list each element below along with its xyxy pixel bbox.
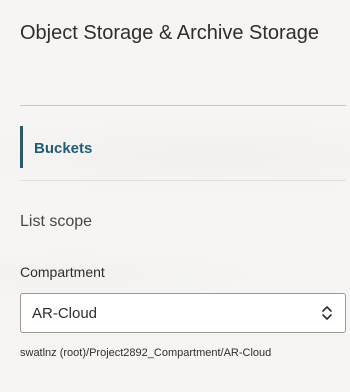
- list-scope-heading: List scope: [20, 213, 93, 230]
- side-navigation-panel: Object Storage & Archive Storage Buckets…: [0, 0, 350, 392]
- compartment-path: swatlnz (root)/Project2892_Compartment/A…: [20, 347, 272, 359]
- compartment-select[interactable]: AR-Cloud: [20, 293, 346, 333]
- nav-item-label: Buckets: [34, 140, 93, 157]
- section-divider: [20, 180, 346, 181]
- compartment-label: Compartment: [20, 264, 105, 280]
- up-down-chevron-icon: [322, 306, 332, 320]
- compartment-select-value: AR-Cloud: [32, 304, 98, 322]
- active-indicator: [20, 126, 23, 168]
- nav-item-buckets[interactable]: Buckets: [20, 126, 220, 168]
- title-divider: [20, 105, 346, 106]
- page-title: Object Storage & Archive Storage: [20, 22, 320, 44]
